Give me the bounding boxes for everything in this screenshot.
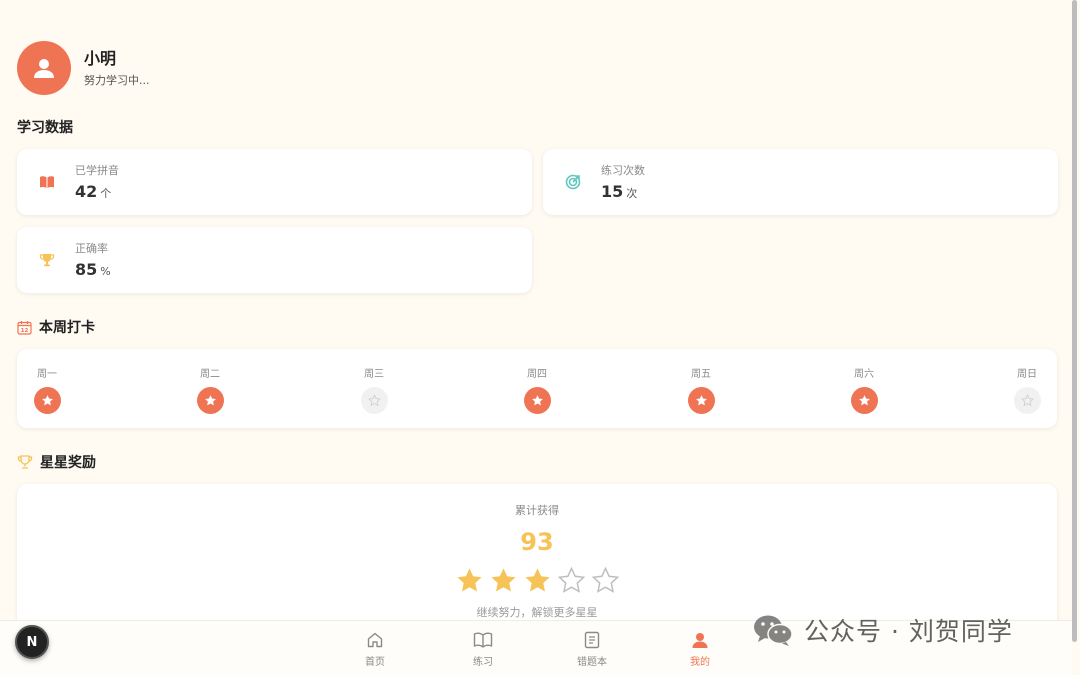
- day-sat[interactable]: 周六: [844, 365, 884, 414]
- book-icon: [39, 174, 55, 190]
- rewards-count: 93: [520, 528, 554, 556]
- watermark-text: 公众号 · 刘贺同学: [804, 617, 1013, 646]
- day-label: 周三: [364, 369, 384, 380]
- vertical-scrollbar[interactable]: [1072, 0, 1077, 642]
- star-icon: [204, 395, 216, 406]
- stat-unit: 次: [626, 186, 638, 200]
- nav-label: 我的: [690, 657, 710, 668]
- star-icon: [695, 395, 707, 406]
- checkin-star-badge: [850, 387, 878, 414]
- stat-card-accuracy[interactable]: 正确率 85%: [17, 227, 532, 293]
- trophy-icon: [17, 454, 33, 470]
- day-label: 周二: [200, 369, 220, 380]
- week-section-title: 12 本周打卡: [17, 317, 95, 337]
- day-wed[interactable]: 周三: [354, 365, 394, 414]
- rewards-star-rating: [17, 566, 1057, 595]
- stat-unit: 个: [100, 186, 112, 200]
- rewards-section-title-text: 星星奖励: [40, 455, 96, 471]
- star-icon: [531, 395, 543, 406]
- checkin-star-badge: [1013, 387, 1041, 414]
- stat-label: 练习次数: [601, 163, 645, 177]
- open-book-icon: [453, 631, 513, 649]
- day-sun[interactable]: 周日: [1007, 365, 1047, 414]
- nav-profile[interactable]: 我的: [670, 631, 730, 668]
- day-fri[interactable]: 周五: [681, 365, 721, 414]
- star-outline-icon: [367, 394, 381, 407]
- star-filled-icon: [456, 568, 482, 592]
- checkin-star-badge: [360, 387, 388, 414]
- week-checkin-card: 周一 周二 周三 周四 周五 周六 周日: [17, 349, 1057, 428]
- stats-section-title: 学习数据: [17, 117, 73, 137]
- star-empty-icon: [557, 566, 585, 593]
- stat-card-practice-count[interactable]: 练习次数 15 次: [543, 149, 1058, 215]
- rewards-section-title: 星星奖励: [17, 452, 96, 472]
- rewards-label: 累计获得: [515, 504, 559, 517]
- star-filled-icon: [524, 568, 550, 592]
- checkin-star-badge: [33, 387, 61, 414]
- user-icon: [34, 59, 54, 78]
- star-filled-icon: [490, 568, 516, 592]
- day-thu[interactable]: 周四: [517, 365, 557, 414]
- user-icon: [670, 631, 730, 649]
- checkin-star-badge: [687, 387, 715, 414]
- rewards-card: 累计获得 93 继续努力，解锁更多星星: [17, 484, 1057, 620]
- stat-card-learned-pinyin[interactable]: 已学拼音 42 个: [17, 149, 532, 215]
- svg-text:12: 12: [21, 328, 29, 334]
- notebook-icon: [562, 631, 622, 649]
- checkin-star-badge: [196, 387, 224, 414]
- watermark: 公众号 · 刘贺同学: [752, 612, 1013, 648]
- avatar[interactable]: [17, 41, 71, 95]
- day-label: 周六: [854, 369, 874, 380]
- stat-value: 15: [601, 181, 624, 201]
- stats-section-title-text: 学习数据: [17, 120, 73, 136]
- nav-mistakes[interactable]: 错题本: [562, 631, 622, 668]
- day-label: 周日: [1017, 369, 1037, 380]
- profile-name: 小明: [84, 48, 117, 68]
- nav-home[interactable]: 首页: [345, 631, 405, 668]
- stat-unit: %: [100, 264, 111, 278]
- nav-practice[interactable]: 练习: [453, 631, 513, 668]
- star-icon: [858, 395, 870, 406]
- day-label: 周四: [527, 369, 547, 380]
- star-outline-icon: [1020, 394, 1034, 407]
- checkin-star-badge: [523, 387, 551, 414]
- stat-value: 42: [75, 181, 98, 201]
- profile-header: 小明 努力学习中...: [17, 41, 150, 95]
- nav-label: 首页: [365, 657, 385, 668]
- stat-label: 已学拼音: [75, 163, 119, 177]
- star-icon: [41, 395, 53, 406]
- day-tue[interactable]: 周二: [190, 365, 230, 414]
- nav-label: 错题本: [577, 657, 607, 668]
- day-label: 周一: [37, 369, 57, 380]
- home-icon: [345, 631, 405, 649]
- day-label: 周五: [691, 369, 711, 380]
- star-empty-icon: [591, 566, 619, 593]
- nav-label: 练习: [473, 657, 493, 668]
- profile-status: 努力学习中...: [84, 73, 150, 87]
- calendar-icon: 12: [17, 320, 32, 335]
- wechat-icon: [752, 613, 794, 647]
- stat-value: 85: [75, 259, 98, 279]
- day-mon[interactable]: 周一: [27, 365, 67, 414]
- trophy-icon: [39, 252, 55, 268]
- stat-label: 正确率: [75, 241, 108, 255]
- main-content[interactable]: 小明 努力学习中... 学习数据 已学拼音 42 个 练习次数 15 次 正确率…: [0, 0, 1080, 620]
- week-section-title-text: 本周打卡: [39, 320, 95, 336]
- target-icon: [565, 174, 581, 190]
- dev-tools-badge[interactable]: N: [15, 625, 49, 659]
